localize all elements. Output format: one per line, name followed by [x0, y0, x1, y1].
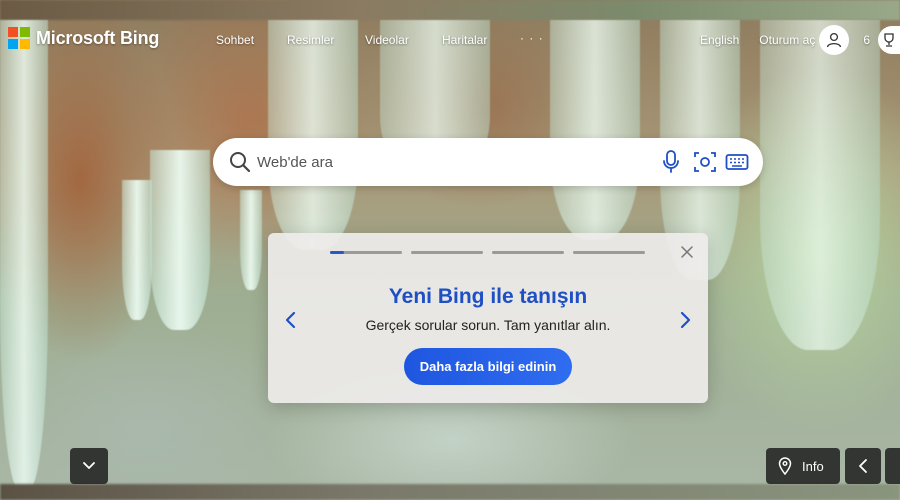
keyboard-icon[interactable]: [725, 149, 749, 175]
bing-logo[interactable]: Microsoft Bing: [8, 27, 159, 49]
carousel-indicator-4[interactable]: [573, 251, 645, 254]
header-right: English Oturum aç 6: [700, 24, 900, 56]
learn-more-button[interactable]: Daha fazla bilgi edinin: [404, 348, 572, 385]
info-label: Info: [802, 458, 824, 474]
background-icicle: [150, 150, 210, 330]
nav-more-button[interactable]: · · ·: [520, 31, 544, 45]
microphone-icon[interactable]: [661, 149, 681, 175]
carousel-indicator-1[interactable]: [330, 251, 402, 254]
brand-name: Microsoft Bing: [36, 27, 160, 48]
next-image-button[interactable]: [885, 448, 900, 484]
top-strip: [0, 0, 900, 20]
location-pin-icon: [778, 457, 792, 475]
search-input[interactable]: [257, 148, 657, 176]
nav-item-videos[interactable]: Videolar: [365, 33, 442, 47]
visual-search-icon[interactable]: [692, 149, 718, 175]
nav-item-maps[interactable]: Haritalar: [442, 33, 519, 47]
chevron-down-icon: [83, 462, 95, 469]
carousel-indicator-2[interactable]: [411, 251, 483, 254]
rewards-points: 6: [863, 33, 870, 47]
chevron-left-icon: [859, 459, 867, 473]
user-icon: [827, 32, 842, 48]
promo-card: Yeni Bing ile tanışın Gerçek sorular sor…: [268, 233, 708, 403]
language-link[interactable]: English: [700, 33, 739, 47]
search-box: [213, 138, 763, 186]
header: Microsoft Bing Sohbet Resimler Videolar …: [0, 20, 900, 60]
signin-link[interactable]: Oturum aç: [759, 33, 815, 47]
bottom-strip: [0, 484, 900, 500]
promo-title: Yeni Bing ile tanışın: [388, 285, 588, 308]
image-info-button[interactable]: Info: [766, 448, 840, 484]
promo-subtitle: Gerçek sorular sorun. Tam yanıtlar alın.: [365, 317, 611, 333]
search-icon[interactable]: [228, 150, 252, 174]
nav-item-images[interactable]: Resimler: [287, 33, 365, 47]
carousel-indicators: [330, 251, 654, 254]
trophy-icon: [884, 33, 894, 47]
close-icon[interactable]: [680, 245, 694, 259]
avatar[interactable]: [819, 25, 850, 55]
previous-image-button[interactable]: [845, 448, 881, 484]
microsoft-logo-icon: [8, 27, 30, 49]
carousel-indicator-3[interactable]: [492, 251, 564, 254]
background-icicle: [760, 20, 880, 350]
background-icicle: [0, 20, 48, 490]
background-icicle: [240, 190, 262, 290]
top-nav: Sohbet Resimler Videolar Haritalar: [216, 33, 519, 47]
rewards-button[interactable]: [878, 26, 900, 54]
background-icicle: [122, 180, 152, 320]
scroll-down-button[interactable]: [70, 448, 108, 484]
nav-item-chat[interactable]: Sohbet: [216, 33, 287, 47]
